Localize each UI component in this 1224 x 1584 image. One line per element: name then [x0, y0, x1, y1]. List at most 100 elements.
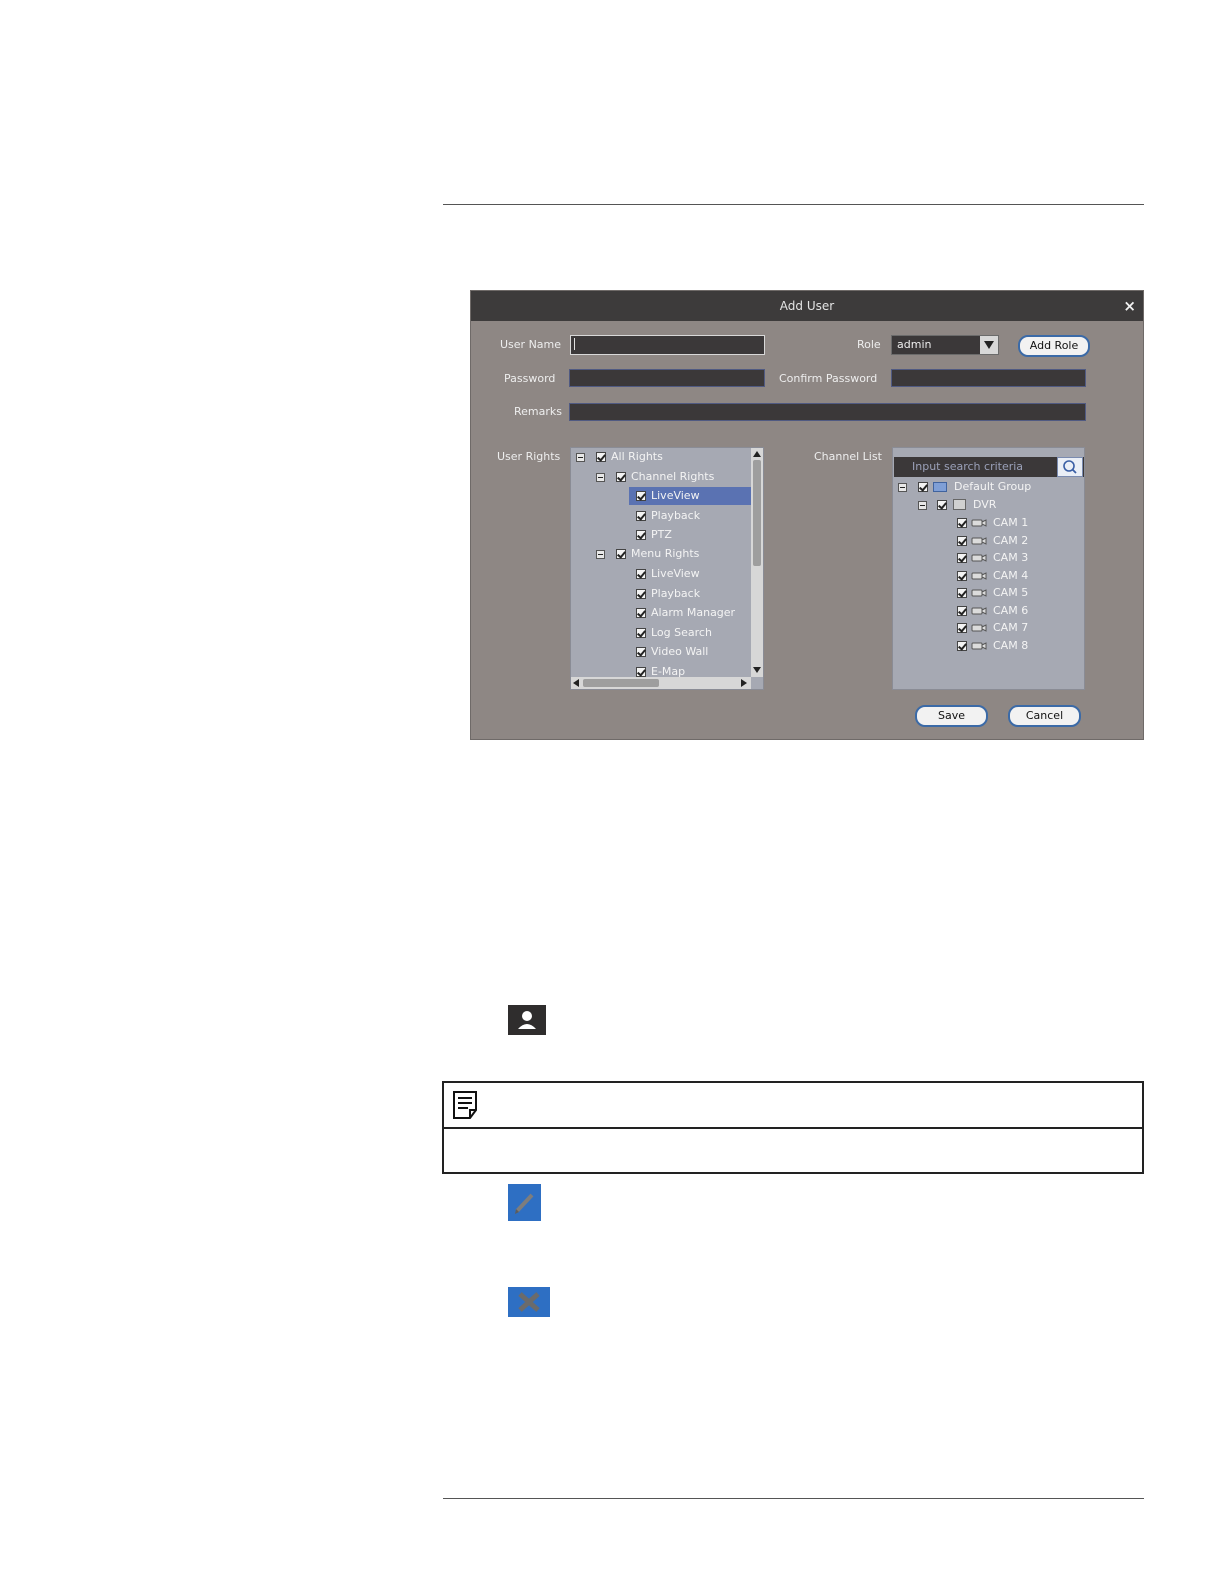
remarks-label: Remarks	[514, 405, 562, 418]
user-name-label: User Name	[500, 338, 562, 351]
checkbox-log-search[interactable]	[636, 628, 646, 638]
checkbox-menu-liveview[interactable]	[636, 569, 646, 579]
add-role-button[interactable]: Add Role	[1018, 335, 1090, 357]
tree-item-cam-4[interactable]: CAM 4	[993, 568, 1028, 584]
user-name-input[interactable]	[570, 335, 765, 355]
checkbox-channel-playback[interactable]	[636, 511, 646, 521]
camera-icon	[971, 519, 987, 527]
dialog-title: Add User	[779, 299, 835, 313]
checkbox-cam-6[interactable]	[957, 606, 967, 616]
password-label: Password	[504, 372, 556, 385]
add-user-dialog: Add User × User Name Role admin Add Role…	[470, 290, 1144, 740]
checkbox-e-map[interactable]	[636, 667, 646, 677]
edit-icon	[508, 1184, 541, 1221]
tree-item-cam-7[interactable]: CAM 7	[993, 620, 1028, 636]
scroll-up-icon[interactable]	[753, 451, 761, 457]
collapse-icon[interactable]	[918, 501, 927, 510]
channel-list-label: Channel List	[814, 450, 882, 463]
channel-search-input[interactable]: Input search criteria	[894, 457, 1084, 477]
collapse-icon[interactable]	[576, 453, 585, 462]
camera-icon	[971, 642, 987, 650]
tree-item-channel-rights[interactable]: Channel Rights	[631, 469, 714, 485]
folder-icon	[933, 482, 947, 492]
checkbox-cam-1[interactable]	[957, 518, 967, 528]
cancel-button[interactable]: Cancel	[1008, 705, 1081, 727]
remarks-input[interactable]	[569, 403, 1086, 421]
checkbox-video-wall[interactable]	[636, 647, 646, 657]
scroll-right-icon[interactable]	[741, 679, 747, 687]
delete-icon	[508, 1287, 550, 1317]
checkbox-alarm-manager[interactable]	[636, 608, 646, 618]
user-icon	[508, 1005, 546, 1035]
close-icon[interactable]: ×	[1123, 297, 1136, 315]
camera-icon	[971, 624, 987, 632]
camera-icon	[971, 607, 987, 615]
checkbox-menu-rights[interactable]	[616, 549, 626, 559]
tree-item-cam-5[interactable]: CAM 5	[993, 585, 1028, 601]
scroll-left-icon[interactable]	[573, 679, 579, 687]
collapse-icon[interactable]	[596, 473, 605, 482]
tree-item-ptz[interactable]: PTZ	[651, 527, 672, 543]
checkbox-ptz[interactable]	[636, 530, 646, 540]
tree-item-alarm-manager[interactable]: Alarm Manager	[651, 605, 735, 621]
checkbox-cam-2[interactable]	[957, 536, 967, 546]
channel-list-tree[interactable]: Input search criteria Default Group DVR …	[892, 447, 1085, 690]
tree-item-menu-liveview[interactable]: LiveView	[651, 566, 700, 582]
vertical-scrollbar[interactable]	[751, 448, 763, 677]
tree-item-log-search[interactable]: Log Search	[651, 625, 712, 641]
tree-item-all-rights[interactable]: All Rights	[611, 449, 663, 465]
checkbox-cam-5[interactable]	[957, 588, 967, 598]
camera-icon	[971, 589, 987, 597]
collapse-icon[interactable]	[898, 483, 907, 492]
tree-item-video-wall[interactable]: Video Wall	[651, 644, 708, 660]
note-box	[442, 1081, 1144, 1174]
top-rule	[443, 204, 1144, 205]
tree-item-menu-rights[interactable]: Menu Rights	[631, 546, 699, 562]
tree-item-channel-liveview[interactable]: LiveView	[651, 488, 700, 504]
checkbox-dvr[interactable]	[937, 500, 947, 510]
tree-item-cam-3[interactable]: CAM 3	[993, 550, 1028, 566]
search-icon[interactable]	[1057, 457, 1083, 477]
tree-item-cam-8[interactable]: CAM 8	[993, 638, 1028, 654]
checkbox-all-rights[interactable]	[596, 452, 606, 462]
scroll-down-icon[interactable]	[753, 667, 761, 673]
dvr-icon	[953, 499, 966, 510]
note-icon	[453, 1091, 477, 1119]
role-value: admin	[897, 338, 932, 351]
collapse-icon[interactable]	[596, 550, 605, 559]
save-button[interactable]: Save	[915, 705, 988, 727]
role-select[interactable]: admin	[891, 335, 999, 355]
tree-item-channel-playback[interactable]: Playback	[651, 508, 700, 524]
camera-icon	[971, 554, 987, 562]
checkbox-menu-playback[interactable]	[636, 589, 646, 599]
note-divider	[444, 1127, 1142, 1129]
horizontal-scrollbar[interactable]	[571, 677, 751, 689]
tree-item-menu-playback[interactable]: Playback	[651, 586, 700, 602]
tree-item-default-group[interactable]: Default Group	[954, 479, 1031, 495]
user-rights-label: User Rights	[497, 450, 561, 463]
vertical-scroll-thumb[interactable]	[753, 460, 761, 566]
checkbox-cam-3[interactable]	[957, 553, 967, 563]
horizontal-scroll-thumb[interactable]	[583, 679, 659, 687]
password-input[interactable]	[569, 369, 765, 387]
tree-item-cam-2[interactable]: CAM 2	[993, 533, 1028, 549]
text-caret	[574, 338, 575, 350]
chevron-down-icon[interactable]	[980, 336, 998, 354]
tree-item-dvr[interactable]: DVR	[973, 497, 996, 513]
dialog-title-bar: Add User ×	[471, 291, 1143, 321]
confirm-password-label: Confirm Password	[779, 372, 878, 385]
user-rights-tree[interactable]: All Rights Channel Rights LiveView Playb…	[570, 447, 764, 690]
checkbox-cam-4[interactable]	[957, 571, 967, 581]
tree-item-cam-1[interactable]: CAM 1	[993, 515, 1028, 531]
role-label: Role	[857, 338, 881, 351]
checkbox-default-group[interactable]	[918, 482, 928, 492]
camera-icon	[971, 537, 987, 545]
checkbox-channel-liveview[interactable]	[636, 491, 646, 501]
confirm-password-input[interactable]	[891, 369, 1086, 387]
checkbox-cam-7[interactable]	[957, 623, 967, 633]
checkbox-cam-8[interactable]	[957, 641, 967, 651]
bottom-rule	[443, 1498, 1144, 1499]
camera-icon	[971, 572, 987, 580]
tree-item-cam-6[interactable]: CAM 6	[993, 603, 1028, 619]
checkbox-channel-rights[interactable]	[616, 472, 626, 482]
